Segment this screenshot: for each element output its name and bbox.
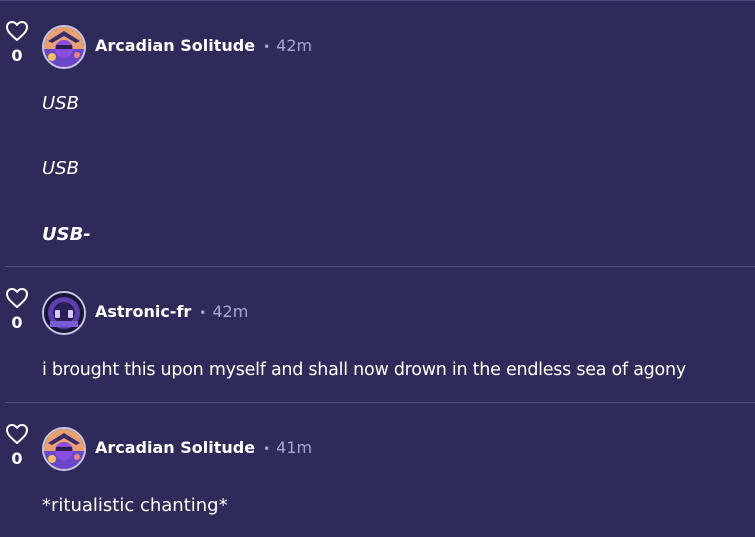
comment-text-line: i brought this upon myself and shall now…: [42, 360, 686, 380]
heart-icon[interactable]: [5, 20, 29, 42]
timestamp: 42m: [212, 302, 249, 321]
separator-dot: •: [199, 306, 207, 320]
comment-divider: [5, 266, 755, 267]
vote-column: 0: [4, 423, 30, 467]
avatar[interactable]: [42, 291, 86, 335]
username[interactable]: Astronic-fr: [95, 302, 191, 321]
comment-divider: [5, 402, 755, 403]
comment-thread: 0 Arcadian Solitude • 42m USB USB USB- 0…: [0, 0, 755, 537]
avatar[interactable]: [42, 25, 86, 69]
comment-meta: Arcadian Solitude • 42m: [95, 36, 312, 56]
top-divider: [0, 0, 755, 1]
heart-icon[interactable]: [5, 423, 29, 445]
comment-text-line: USB: [42, 93, 79, 114]
like-count: 0: [11, 46, 23, 65]
vote-column: 0: [4, 20, 30, 64]
username[interactable]: Arcadian Solitude: [95, 36, 255, 55]
timestamp: 41m: [276, 438, 313, 457]
like-count: 0: [11, 449, 23, 468]
separator-dot: •: [263, 442, 271, 456]
username[interactable]: Arcadian Solitude: [95, 438, 255, 457]
comment-text-line: *ritualistic chanting*: [42, 495, 228, 516]
like-count: 0: [11, 313, 23, 332]
comment-text-line: USB: [42, 158, 79, 179]
avatar-image: [44, 293, 84, 333]
comment-text-line: USB-: [42, 224, 91, 245]
heart-icon[interactable]: [5, 287, 29, 309]
avatar[interactable]: [42, 427, 86, 471]
avatar-image: [44, 429, 84, 469]
comment-meta: Astronic-fr • 42m: [95, 302, 248, 322]
vote-column: 0: [4, 287, 30, 331]
timestamp: 42m: [276, 36, 313, 55]
separator-dot: •: [263, 40, 271, 54]
comment-meta: Arcadian Solitude • 41m: [95, 438, 312, 458]
avatar-image: [44, 27, 84, 67]
